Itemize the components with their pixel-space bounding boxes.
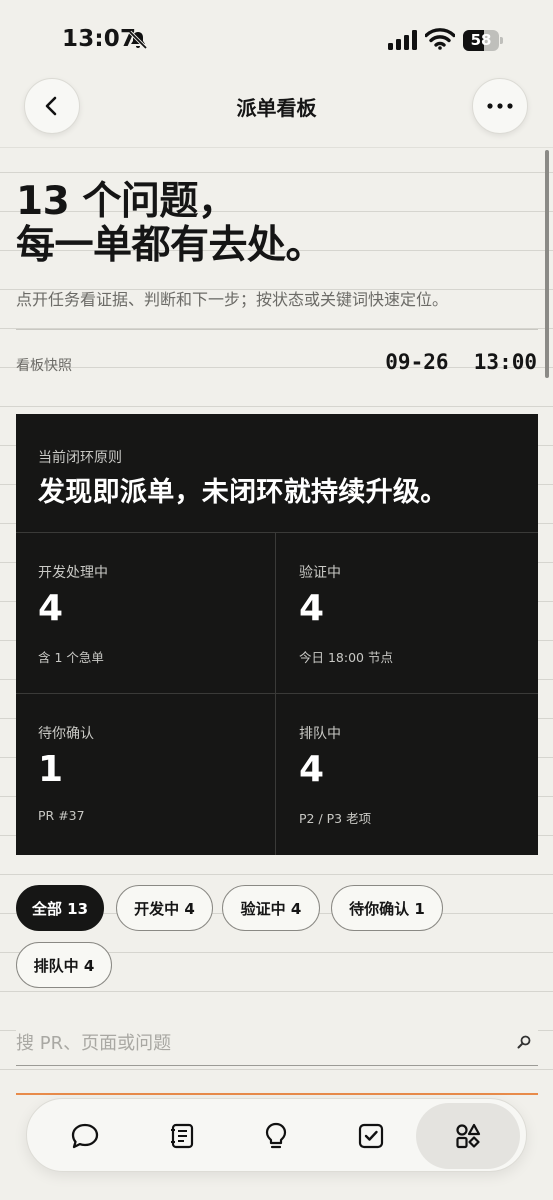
wifi-icon <box>425 28 455 50</box>
stat-label: 排队中 <box>299 726 341 742</box>
chat-bubble-icon <box>71 1123 99 1149</box>
hero-title-line-1: 13 个问题， <box>16 179 237 224</box>
filter-chip-awaiting-confirmation[interactable]: 待你确认 1 <box>331 885 443 931</box>
stat-note: P2 / P3 老项 <box>299 811 372 826</box>
battery-percent: 58 <box>470 31 492 49</box>
hero-title-line-2: 每一单都有去处。 <box>16 223 325 268</box>
grid-divider <box>16 532 538 533</box>
filter-chip-queued[interactable]: 排队中 4 <box>16 942 112 988</box>
stat-value: 4 <box>299 588 325 629</box>
stat-value: 1 <box>38 749 64 790</box>
stat-note: PR #37 <box>38 808 85 823</box>
checkbox-icon <box>358 1123 384 1149</box>
stat-value: 4 <box>38 588 64 629</box>
search-icon[interactable] <box>516 1034 532 1050</box>
document-list-icon <box>171 1123 194 1149</box>
divider <box>16 329 538 330</box>
battery-indicator: 58 <box>463 30 503 51</box>
hero-subtitle: 点开任务看证据、判断和下一步；按状态或关键词快速定位。 <box>16 290 449 309</box>
status-time: 13:07 <box>62 26 137 52</box>
card-kicker: 当前闭环原则 <box>38 450 122 466</box>
filter-chip-verifying[interactable]: 验证中 4 <box>222 885 320 931</box>
stat-label: 待你确认 <box>38 726 94 742</box>
scrollbar[interactable] <box>545 150 549 378</box>
stat-label: 验证中 <box>299 565 341 581</box>
grid-divider <box>16 693 538 694</box>
status-bar: 13:07 58 <box>0 0 553 78</box>
shapes-icon <box>456 1123 481 1149</box>
cellular-signal-icon <box>388 30 417 50</box>
tab-board[interactable] <box>416 1103 520 1169</box>
snapshot-label: 看板快照 <box>16 358 72 374</box>
page-title: 派单看板 <box>236 96 317 120</box>
card-headline: 发现即派单，未闭环就持续升级。 <box>38 477 448 508</box>
filter-chip-all[interactable]: 全部 13 <box>16 885 104 931</box>
hero-title: 13 个问题， 每一单都有去处。 <box>16 179 325 268</box>
tab-tasks[interactable] <box>325 1103 417 1169</box>
more-options-button[interactable] <box>472 78 528 134</box>
tab-bar <box>26 1098 527 1172</box>
search-input[interactable] <box>16 1028 496 1058</box>
grid-divider <box>275 532 276 855</box>
bell-slash-icon <box>128 30 148 50</box>
snapshot-time: 09-26 13:00 <box>385 350 537 374</box>
lightbulb-icon <box>265 1122 287 1149</box>
summary-card: 当前闭环原则 发现即派单，未闭环就持续升级。 开发处理中 4 含 1 个急单 验… <box>16 414 538 855</box>
stat-value: 4 <box>299 749 325 790</box>
stat-note: 含 1 个急单 <box>38 650 104 665</box>
stat-label: 开发处理中 <box>38 565 108 581</box>
search-field[interactable] <box>16 1020 538 1066</box>
tab-chat[interactable] <box>39 1103 131 1169</box>
filter-chip-in-development[interactable]: 开发中 4 <box>116 885 213 931</box>
tab-documents[interactable] <box>136 1103 228 1169</box>
ellipsis-icon <box>487 103 513 109</box>
tab-ideas[interactable] <box>230 1103 322 1169</box>
navigation-bar: 派单看板 <box>0 78 553 148</box>
stat-note: 今日 18:00 节点 <box>299 650 393 665</box>
